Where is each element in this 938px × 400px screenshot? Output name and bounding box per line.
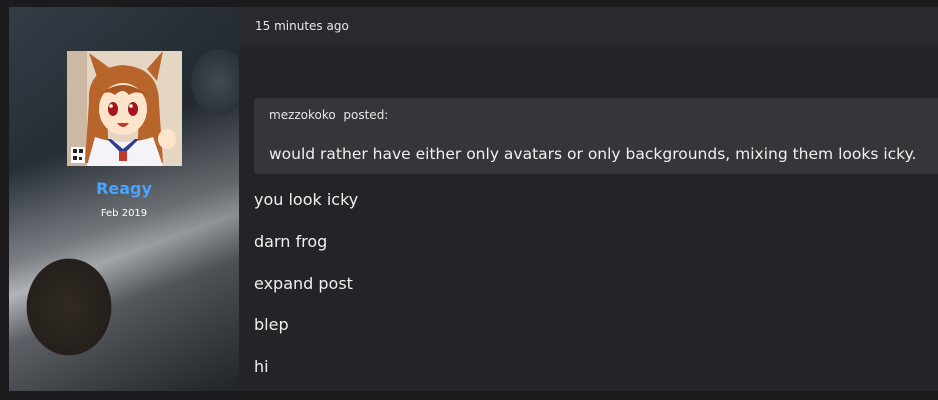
post-timestamp[interactable]: 15 minutes ago bbox=[255, 19, 349, 33]
post-line: you look icky bbox=[254, 190, 359, 209]
author-username[interactable]: Reagy bbox=[9, 179, 239, 198]
quote-posted-label: posted: bbox=[343, 108, 389, 122]
post-line: hi bbox=[254, 357, 269, 376]
quote-header: mezzokoko posted: bbox=[269, 108, 388, 122]
avatar-image bbox=[67, 51, 182, 166]
author-join-date: Feb 2019 bbox=[100, 208, 148, 219]
author-panel: Reagy Feb 2019 bbox=[9, 7, 239, 391]
post-header: 15 minutes ago bbox=[239, 7, 938, 47]
post-line: blep bbox=[254, 315, 289, 334]
quote-text: would rather have either only avatars or… bbox=[269, 145, 917, 163]
post-line: expand post bbox=[254, 274, 353, 293]
post-line: darn frog bbox=[254, 232, 328, 251]
quote-block: mezzokoko posted: would rather have eith… bbox=[254, 98, 938, 174]
post-content: mezzokoko posted: would rather have eith… bbox=[239, 47, 938, 391]
quote-author-name[interactable]: mezzokoko bbox=[269, 108, 336, 122]
avatar[interactable] bbox=[67, 51, 182, 166]
forum-post: Reagy Feb 2019 15 minutes ago mezzokoko … bbox=[9, 7, 938, 391]
